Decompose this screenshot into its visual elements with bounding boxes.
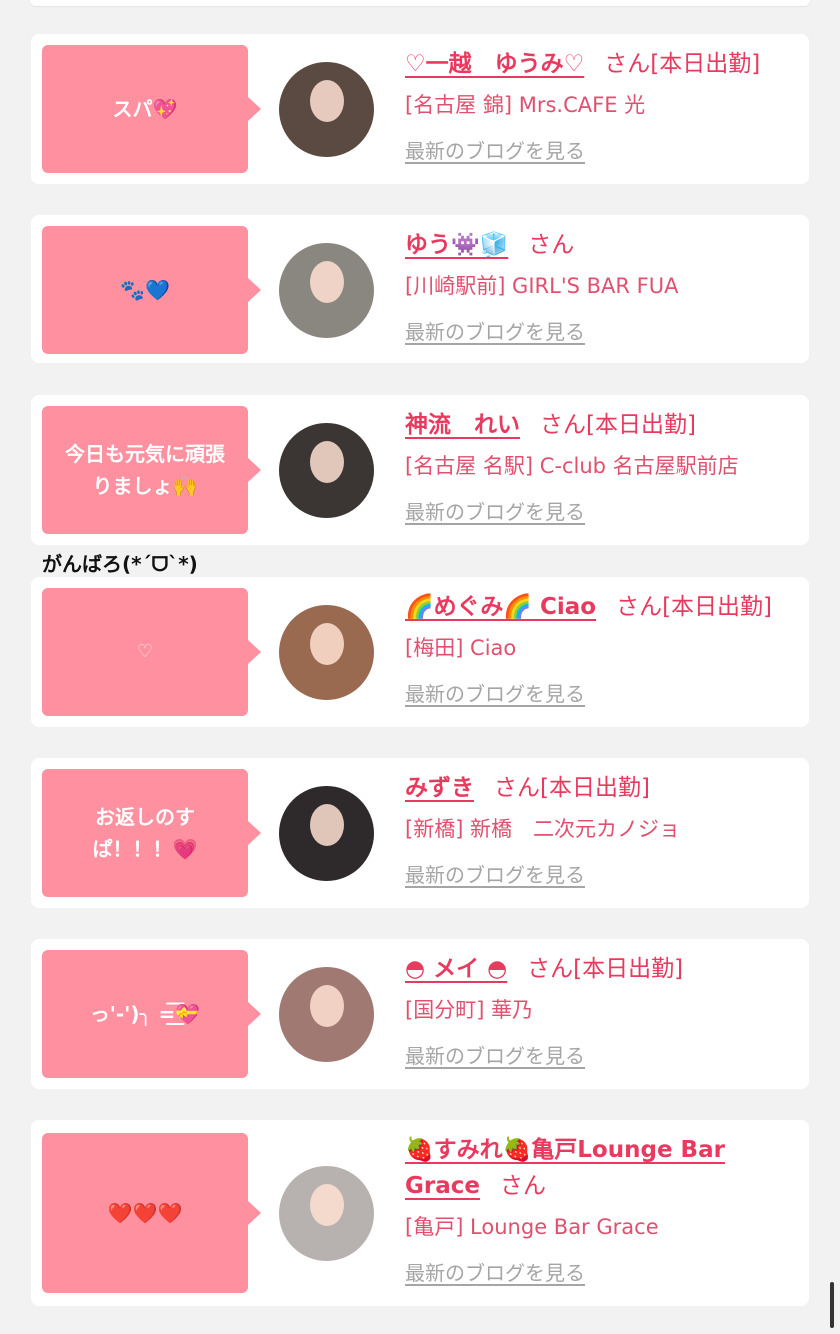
shop-name: [川崎駅前] GIRL'S BAR FUA [405,274,679,298]
cast-name-link[interactable]: ♡一越 ゆうみ♡ [405,51,584,77]
avatar[interactable] [279,786,374,881]
honorific: さん [494,775,540,801]
list-item[interactable]: ♡ 🌈めぐみ🌈 Ciao さん[本日出勤] [梅田] Ciao 最新のブログを見る [31,577,809,727]
comment-bubble: お返しのす ぱ！！！💗 [42,769,261,897]
shop-name: [新橋] 新橋 二次元カノジョ [405,817,681,841]
honorific: さん [528,232,575,258]
shop-name: [梅田] Ciao [405,636,517,660]
latest-blog-link[interactable]: 最新のブログを見る [405,136,585,166]
status-badge: [本日出勤] [650,51,761,77]
list-item[interactable]: 🐾💙 ゆう👾🧊 さん [川崎駅前] GIRL'S BAR FUA 最新のブログを見… [31,215,809,363]
avatar[interactable] [279,605,374,700]
avatar[interactable] [279,423,374,518]
cast-name-link[interactable]: 🍓すみれ🍓亀戸Lounge Bar Grace [405,1137,725,1199]
status-badge: [本日出勤] [573,956,684,982]
comment-bubble: ❤️❤️❤️ [42,1133,261,1293]
cast-name-link[interactable]: ゆう👾🧊 [405,232,508,258]
honorific: さん [616,594,663,620]
latest-blog-link[interactable]: 最新のブログを見る [405,317,585,347]
shop-name: [名古屋 名駅] C-club 名古屋駅前店 [405,454,739,478]
cast-name-link[interactable]: ◓ メイ ◓ [405,956,507,982]
latest-blog-link[interactable]: 最新のブログを見る [405,497,585,527]
scrollbar[interactable] [830,1282,834,1328]
latest-blog-link[interactable]: 最新のブログを見る [405,1041,585,1071]
avatar[interactable] [279,1166,374,1261]
comment-bubble: スパ💖 [42,45,261,173]
comment-bubble: 今日も元気に頑張 りましょ🙌 [42,406,261,534]
comment-bubble: ♡ [42,588,261,716]
status-badge: [本日出勤] [540,775,650,801]
status-badge: [本日出勤] [662,594,773,620]
shop-name: [名古屋 錦] Mrs.CAFE 光 [405,93,646,117]
honorific: さん [540,412,586,438]
comment-bubble: っ'-')╮ =͟͟͞͞💝 [42,950,261,1078]
avatar[interactable] [279,62,374,157]
comment-bubble: 🐾💙 [42,226,261,354]
honorific: さん [527,956,574,982]
cast-name-link[interactable]: みずき [405,775,474,801]
avatar[interactable] [279,967,374,1062]
list-item[interactable]: スパ💖 ♡一越 ゆうみ♡ さん[本日出勤] [名古屋 錦] Mrs.CAFE 光 … [31,34,809,184]
avatar[interactable] [279,243,374,338]
list-item[interactable]: 今日も元気に頑張 りましょ🙌 神流 れい さん[本日出勤] [名古屋 名駅] C-… [31,395,809,545]
latest-blog-link[interactable]: 最新のブログを見る [405,679,585,709]
comment-overflow-text: がんばろ(*´ᗜ`*) [42,552,198,576]
latest-blog-link[interactable]: 最新のブログを見る [405,860,585,890]
list-item[interactable]: お返しのす ぱ！！！💗 みずき さん[本日出勤] [新橋] 新橋 二次元カノジョ … [31,758,809,908]
cast-name-link[interactable]: 神流 れい [405,412,520,438]
cast-name-link[interactable]: 🌈めぐみ🌈 Ciao [405,594,596,620]
latest-blog-link[interactable]: 最新のブログを見る [405,1258,585,1288]
status-badge: [本日出勤] [586,412,696,438]
shop-name: [国分町] 華乃 [405,998,534,1022]
shop-name: [亀戸] Lounge Bar Grace [405,1215,659,1239]
list-item[interactable]: っ'-')╮ =͟͟͞͞💝 ◓ メイ ◓ さん[本日出勤] [国分町] 華乃 最新… [31,939,809,1089]
previous-card-edge [30,0,810,6]
honorific: さん [499,1173,546,1199]
honorific: さん [604,51,651,77]
list-item[interactable]: ❤️❤️❤️ 🍓すみれ🍓亀戸Lounge Bar Grace さん [亀戸] Lo… [31,1120,809,1306]
